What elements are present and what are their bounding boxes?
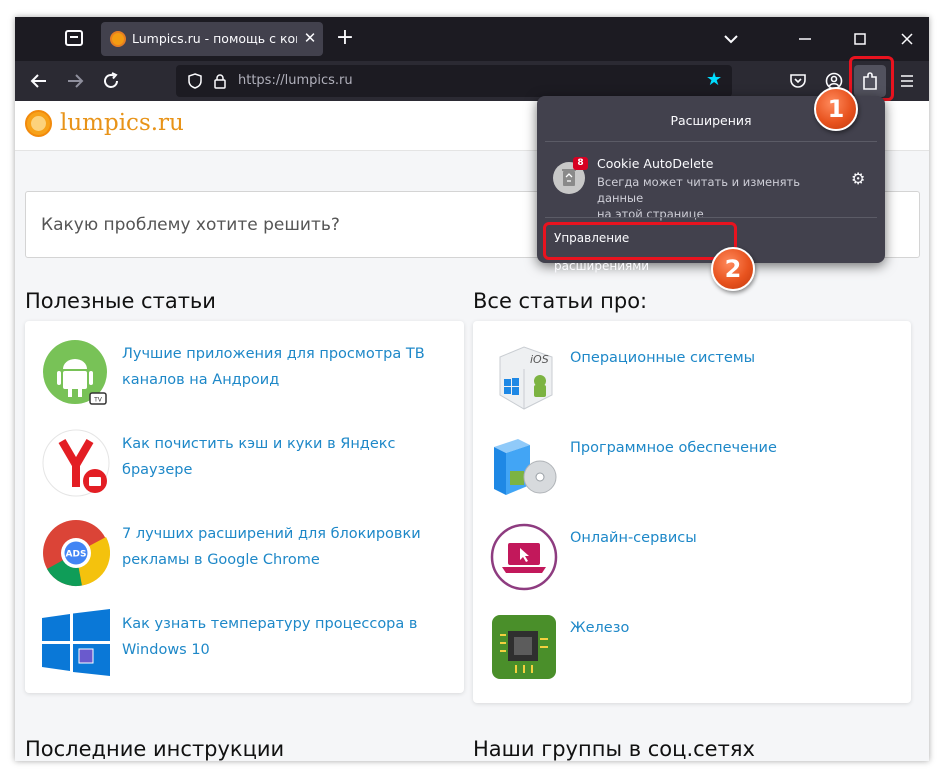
useful-articles-title: Полезные статьи — [25, 289, 216, 313]
article-link[interactable]: Как почистить кэш и куки в Яндекс браузер… — [122, 431, 395, 483]
maximize-button[interactable] — [848, 27, 872, 51]
list-item[interactable]: Как узнать температуру процессора в Windo… — [42, 609, 452, 677]
category-link[interactable]: Железо — [570, 615, 629, 641]
list-item[interactable]: Онлайн-сервисы — [490, 523, 900, 591]
all-articles-title: Все статьи про: — [473, 289, 648, 313]
article-link[interactable]: 7 лучших расширений для блокировки реклам… — [122, 521, 421, 573]
url-bar[interactable]: https://lumpics.ru ★ — [176, 65, 732, 97]
windows-10-icon[interactable] — [42, 609, 110, 677]
list-item[interactable]: ADS 7 лучших расширений для блокировки ре… — [42, 519, 452, 587]
tracking-shield-icon[interactable] — [188, 73, 202, 89]
forward-button[interactable] — [63, 69, 87, 93]
useful-articles-card: TV Лучшие приложения для просмотра ТВ кан… — [25, 321, 464, 693]
online-services-icon[interactable] — [490, 523, 558, 591]
orange-favicon-icon — [110, 31, 126, 47]
list-item[interactable]: TV Лучшие приложения для просмотра ТВ кан… — [42, 339, 452, 407]
list-item[interactable]: iOS Операционные системы — [490, 343, 900, 411]
svg-text:ADS: ADS — [66, 550, 87, 560]
latest-instructions-title: Последние инструкции — [25, 737, 285, 761]
app-menu-icon[interactable] — [895, 69, 919, 93]
lock-icon[interactable] — [213, 73, 227, 89]
software-box-icon[interactable] — [490, 433, 558, 501]
category-link[interactable]: Онлайн-сервисы — [570, 525, 697, 551]
step-1-badge: 1 — [814, 87, 858, 131]
site-logo-text[interactable]: lumpics.ru — [60, 110, 184, 136]
article-link[interactable]: Лучшие приложения для просмотра ТВ канало… — [122, 341, 425, 393]
close-tab-icon[interactable]: ✕ — [301, 29, 319, 47]
manage-extensions-highlight — [543, 222, 737, 260]
extensions-button-highlight — [849, 56, 894, 101]
category-link[interactable]: Программное обеспечение — [570, 435, 777, 461]
category-link[interactable]: Операционные системы — [570, 345, 755, 371]
bookmark-star-icon[interactable]: ★ — [706, 70, 726, 90]
android-tv-icon[interactable]: TV — [42, 339, 110, 407]
chevron-down-icon[interactable] — [721, 29, 741, 49]
list-item[interactable]: Программное обеспечение — [490, 433, 900, 501]
orange-logo-icon[interactable] — [25, 110, 52, 137]
reload-button[interactable] — [99, 69, 123, 93]
step-2-badge: 2 — [711, 247, 755, 291]
divider — [545, 217, 877, 218]
pocket-icon[interactable] — [786, 69, 810, 93]
hardware-chip-icon[interactable] — [490, 613, 558, 681]
yandex-browser-icon[interactable] — [42, 429, 110, 497]
nav-toolbar: https://lumpics.ru ★ — [15, 61, 929, 101]
tab-title: Lumpics.ru - помощь с компь — [132, 31, 297, 46]
social-groups-title: Наши группы в соц.сетях — [473, 737, 755, 761]
browser-window: Lumpics.ru - помощь с компь ✕ + — [15, 17, 929, 761]
extension-badge: 8 — [573, 157, 588, 170]
list-item[interactable]: Как почистить кэш и куки в Яндекс браузер… — [42, 429, 452, 497]
extension-name[interactable]: Cookie AutoDelete — [597, 156, 714, 171]
back-button[interactable] — [27, 69, 51, 93]
os-box-icon[interactable]: iOS — [490, 343, 558, 411]
chrome-ads-icon[interactable]: ADS — [42, 519, 111, 587]
tab-list-icon[interactable] — [65, 30, 83, 46]
article-link[interactable]: Как узнать температуру процессора в Windo… — [122, 611, 417, 663]
list-item[interactable]: Железо — [490, 613, 900, 681]
categories-card: iOS Операционные системы Программное обе… — [473, 321, 911, 703]
url-text[interactable]: https://lumpics.ru — [238, 73, 353, 88]
new-tab-button[interactable]: + — [333, 27, 357, 51]
minimize-button[interactable] — [793, 27, 817, 51]
close-window-button[interactable] — [895, 27, 919, 51]
divider — [545, 141, 877, 142]
search-input[interactable]: Какую проблему хотите решить? — [41, 215, 340, 235]
tab-lumpics[interactable]: Lumpics.ru - помощь с компь ✕ — [101, 22, 323, 56]
extension-permission-text: Всегда может читать и изменять данные на … — [597, 175, 801, 221]
svg-text:iOS: iOS — [530, 353, 549, 366]
title-bar: Lumpics.ru - помощь с компь ✕ + — [15, 17, 929, 61]
gear-icon[interactable]: ⚙ — [851, 170, 869, 188]
svg-text:TV: TV — [93, 397, 103, 404]
